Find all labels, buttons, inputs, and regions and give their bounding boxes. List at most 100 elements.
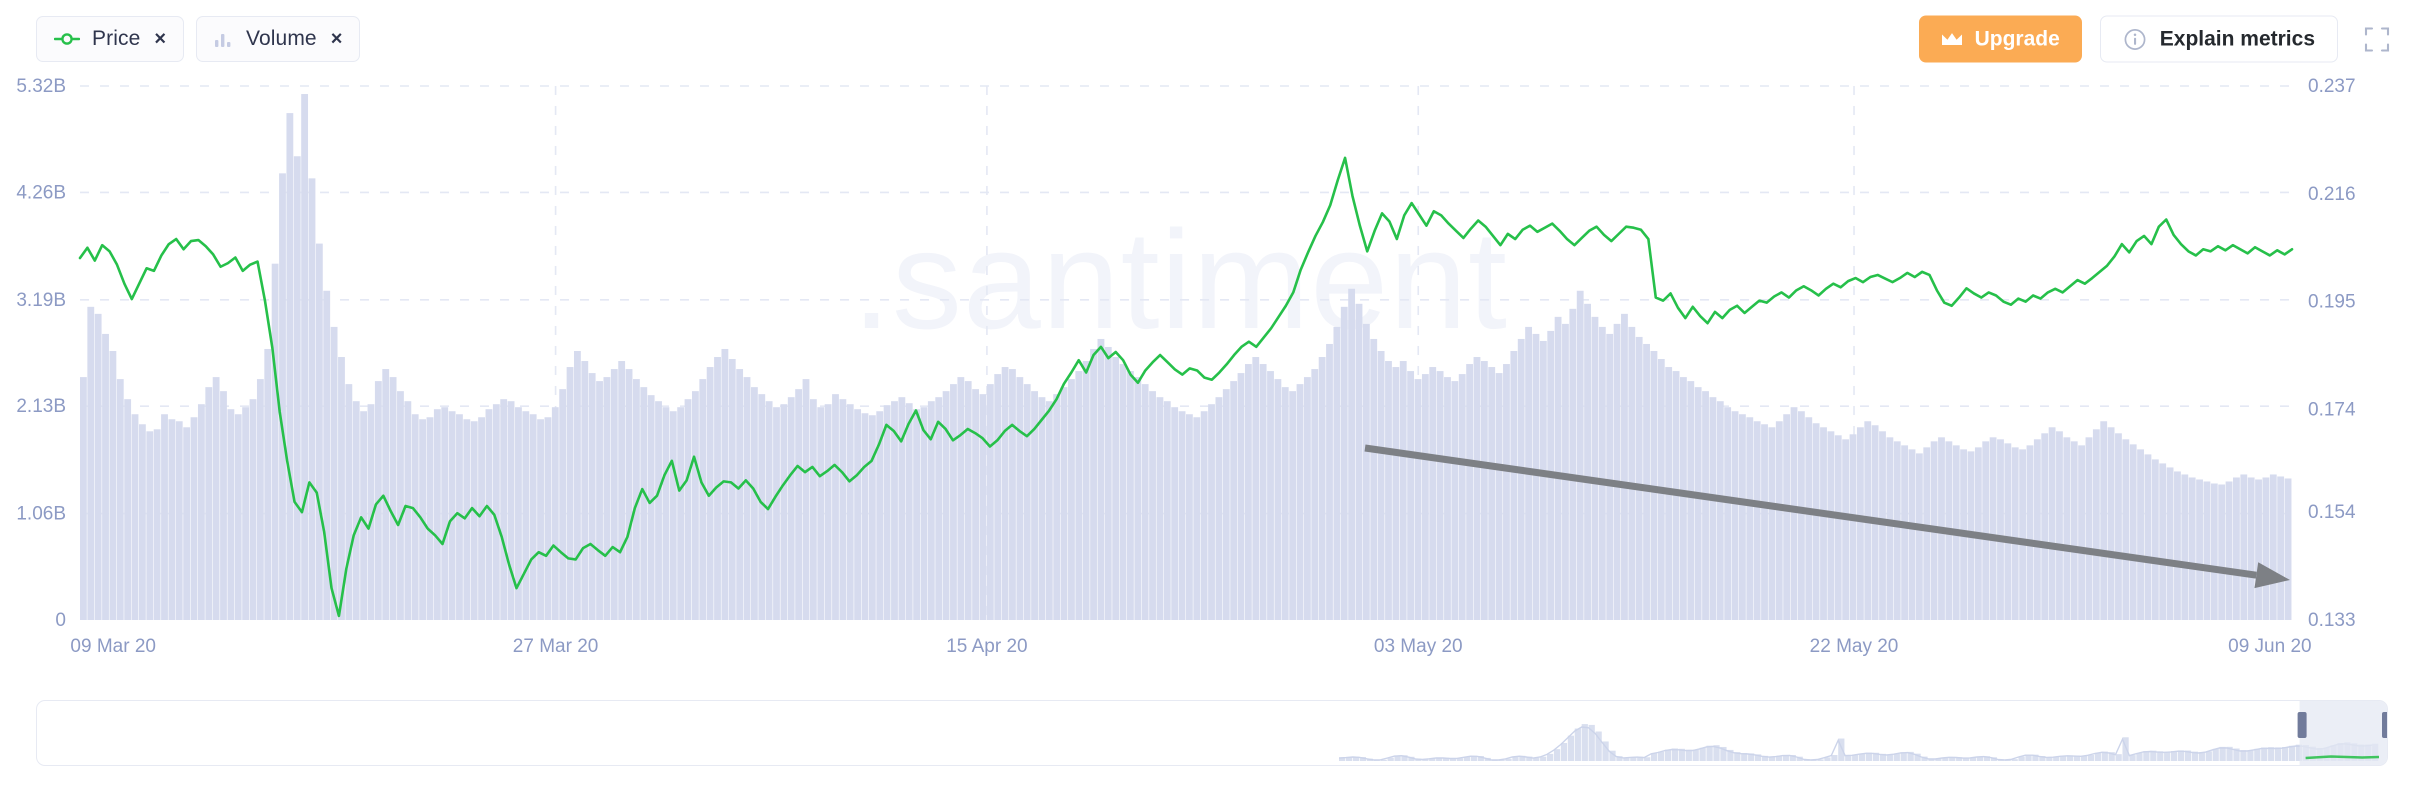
metric-chip-price[interactable]: Price × xyxy=(36,16,185,62)
y-axis-right-tick: 0.154 xyxy=(2308,502,2356,523)
volume-bar xyxy=(1908,449,1916,620)
volume-bar xyxy=(913,409,921,620)
volume-bar xyxy=(1613,323,1621,620)
volume-bar xyxy=(2078,445,2085,620)
y-axis-right-tick: 0.195 xyxy=(2308,292,2356,313)
volume-bar xyxy=(2225,481,2233,620)
volume-bar xyxy=(492,404,500,620)
explain-metrics-button[interactable]: Explain metrics xyxy=(2099,15,2338,63)
volume-bar xyxy=(234,414,242,620)
volume-bar xyxy=(197,404,205,620)
volume-bar xyxy=(271,263,279,620)
volume-bar xyxy=(2092,429,2100,620)
volume-bar xyxy=(1038,397,1046,620)
navigator-volume-bar xyxy=(2219,746,2226,761)
volume-bar xyxy=(109,350,117,620)
volume-bar xyxy=(1348,288,1356,620)
navigator-volume-bar xyxy=(2094,752,2101,761)
volume-bar xyxy=(529,414,537,620)
volume-bar xyxy=(500,399,508,620)
volume-bar xyxy=(986,384,994,620)
range-navigator-chart[interactable] xyxy=(37,701,2388,766)
volume-bar xyxy=(1060,387,1068,620)
volume-bar xyxy=(2269,474,2277,620)
y-axis-left-tick: 3.19B xyxy=(16,290,66,311)
metric-chip-close-price[interactable]: × xyxy=(154,29,166,49)
volume-bar xyxy=(220,391,227,620)
y-axis-left-tick: 0 xyxy=(55,610,66,631)
volume-bar xyxy=(1421,374,1429,620)
volume-bar xyxy=(124,399,132,620)
volume-bar xyxy=(1311,369,1319,620)
metric-chip-volume[interactable]: Volume × xyxy=(196,16,361,62)
navigator-volume-bar xyxy=(1567,735,1575,761)
x-axis-tick: 03 May 20 xyxy=(1374,636,1463,657)
volume-bar xyxy=(972,389,979,620)
volume-bar xyxy=(507,401,515,620)
volume-bar xyxy=(1252,357,1260,620)
santiment-watermark: .santiment xyxy=(852,201,1508,358)
volume-bar xyxy=(1208,404,1215,620)
volume-bar xyxy=(1480,361,1488,620)
navigator-volume-bar xyxy=(2261,747,2268,761)
volume-bar xyxy=(1753,421,1761,620)
volume-bar xyxy=(1230,381,1238,620)
volume-bar xyxy=(1503,364,1510,620)
volume-bar xyxy=(1584,303,1591,620)
volume-bar xyxy=(1724,407,1732,620)
volume-bar xyxy=(1429,367,1437,620)
navigator-volume-bar xyxy=(1685,749,1692,761)
volume-bar xyxy=(1901,445,1909,620)
volume-bar xyxy=(1267,371,1274,620)
volume-bar xyxy=(2210,483,2218,620)
price-volume-chart[interactable]: .santiment 0 1.06B 2.13B 3.19B 4.26B 5.32B 0.13… xyxy=(0,78,2422,678)
navigator-volume-bar xyxy=(2115,754,2122,761)
volume-bar xyxy=(1576,290,1584,620)
volume-bar xyxy=(1127,371,1134,620)
navigator-volume-bar xyxy=(2212,748,2219,761)
navigator-handle-right[interactable] xyxy=(2382,712,2388,738)
volume-bar xyxy=(1510,350,1518,620)
volume-bar xyxy=(1215,397,1223,620)
volume-bar xyxy=(640,387,648,620)
volume-bar xyxy=(352,401,360,620)
y-axis-left-tick: 2.13B xyxy=(16,396,66,417)
volume-bar xyxy=(138,424,146,620)
volume-bar xyxy=(935,397,943,620)
volume-bar xyxy=(809,399,817,620)
volume-bar xyxy=(743,377,751,620)
range-navigator[interactable] xyxy=(36,700,2388,766)
volume-bar xyxy=(2262,477,2270,620)
volume-bar xyxy=(522,411,530,620)
volume-bar xyxy=(861,413,869,620)
volume-bar xyxy=(2100,421,2108,620)
explain-metrics-label: Explain metrics xyxy=(2159,27,2315,50)
volume-bar xyxy=(2144,454,2152,620)
volume-bar xyxy=(1009,369,1016,620)
upgrade-button[interactable]: Upgrade xyxy=(1918,15,2082,63)
navigator-handle-left[interactable] xyxy=(2297,712,2307,738)
volume-bar xyxy=(1517,338,1525,620)
volume-bar xyxy=(426,417,434,620)
fullscreen-icon[interactable] xyxy=(2360,22,2394,56)
volume-bar xyxy=(146,431,154,620)
volume-bar xyxy=(994,374,1002,620)
chart-app: Price × Volume × Upgrade Explain metrics… xyxy=(0,0,2422,796)
volume-bar xyxy=(1569,308,1577,620)
volume-bar xyxy=(1893,441,1901,620)
volume-bar xyxy=(1466,364,1474,620)
volume-bar xyxy=(102,333,109,620)
chart-plot-area[interactable]: .santiment 0 1.06B 2.13B 3.19B 4.26B 5.32B 0.13… xyxy=(0,78,2422,678)
metric-chip-label: Volume xyxy=(246,27,317,50)
volume-bar xyxy=(544,417,552,620)
volume-bar xyxy=(2063,437,2071,620)
volume-bar xyxy=(1244,364,1252,620)
volume-bar xyxy=(315,243,323,620)
navigator-volume-bar xyxy=(1831,755,1838,761)
toolbar-actions: Upgrade Explain metrics xyxy=(1918,15,2394,63)
navigator-volume-bar xyxy=(2288,745,2296,761)
volume-bar xyxy=(1812,423,1820,620)
metric-chip-close-volume[interactable]: × xyxy=(331,29,343,49)
navigator-volume-bar xyxy=(1553,749,1561,761)
volume-bar xyxy=(551,407,559,620)
